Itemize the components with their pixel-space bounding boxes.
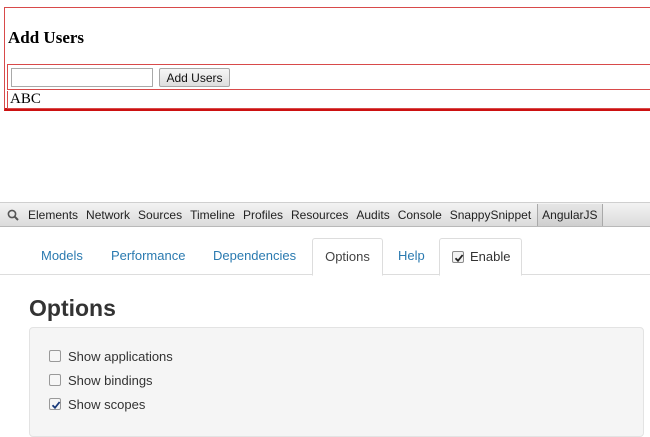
- search-icon[interactable]: [0, 203, 24, 227]
- tab-help[interactable]: Help: [398, 238, 425, 275]
- app-container: Add Users Add Users ABC: [4, 7, 650, 111]
- devtools-tab-profiles[interactable]: Profiles: [239, 203, 287, 227]
- option-label: Show scopes: [68, 396, 146, 412]
- user-name-input[interactable]: [11, 68, 153, 87]
- page-title: Add Users: [8, 28, 85, 47]
- checkmark-icon: [51, 401, 61, 410]
- options-panel: Show applications Show bindings Show sco…: [29, 327, 644, 437]
- show-applications-checkbox[interactable]: [49, 350, 61, 362]
- tab-dependencies[interactable]: Dependencies: [213, 238, 296, 275]
- option-label: Show bindings: [68, 372, 153, 388]
- show-scopes-checkbox[interactable]: [49, 398, 61, 410]
- option-label: Show applications: [68, 348, 173, 364]
- angular-panel-tabs: Models Performance Dependencies Options …: [0, 238, 650, 276]
- checkmark-icon: [454, 254, 464, 263]
- devtools-tab-sources[interactable]: Sources: [134, 203, 186, 227]
- enable-checkbox[interactable]: [452, 251, 464, 263]
- devtools-tab-console[interactable]: Console: [394, 203, 446, 227]
- devtools-tab-timeline[interactable]: Timeline: [186, 203, 239, 227]
- add-user-form: Add Users: [7, 64, 650, 90]
- option-show-bindings[interactable]: Show bindings: [49, 371, 153, 389]
- devtools-tab-angularjs[interactable]: AngularJS: [537, 203, 603, 226]
- add-users-button[interactable]: Add Users: [159, 68, 230, 87]
- devtools-tab-network[interactable]: Network: [82, 203, 134, 227]
- option-show-scopes[interactable]: Show scopes: [49, 395, 145, 413]
- devtools-tab-resources[interactable]: Resources: [287, 203, 352, 227]
- devtools-tab-snappysnippet[interactable]: SnappySnippet: [446, 203, 535, 227]
- devtools-panel: Elements Network Sources Timeline Profil…: [0, 202, 650, 437]
- devtools-tab-audits[interactable]: Audits: [352, 203, 393, 227]
- enable-toggle[interactable]: Enable: [439, 238, 522, 276]
- user-list-item: ABC: [7, 91, 650, 109]
- user-name: ABC: [10, 91, 41, 107]
- option-show-applications[interactable]: Show applications: [49, 347, 173, 365]
- enable-label: Enable: [470, 249, 511, 264]
- show-bindings-checkbox[interactable]: [49, 374, 61, 386]
- tab-options[interactable]: Options: [312, 238, 383, 276]
- devtools-toolbar: Elements Network Sources Timeline Profil…: [0, 203, 650, 227]
- tab-performance[interactable]: Performance: [111, 238, 185, 275]
- tab-models[interactable]: Models: [41, 238, 83, 275]
- options-heading: Options: [29, 295, 116, 321]
- devtools-tab-elements[interactable]: Elements: [24, 203, 82, 227]
